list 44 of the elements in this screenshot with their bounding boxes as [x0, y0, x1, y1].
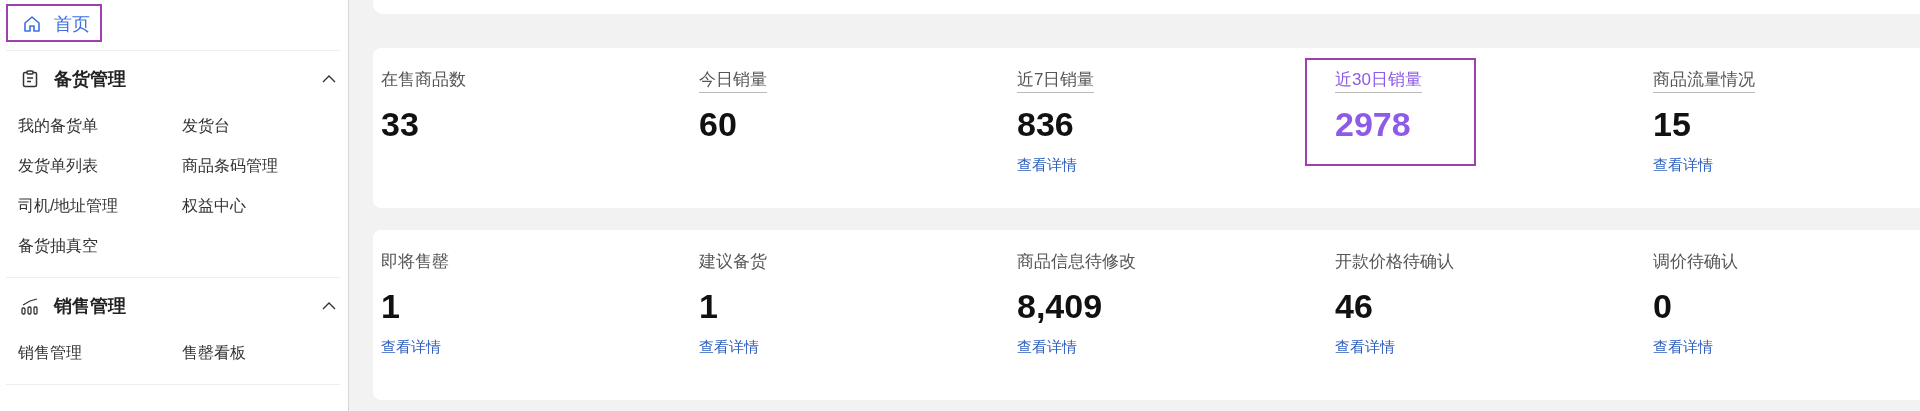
view-details-link[interactable]: 查看详情 — [699, 338, 759, 357]
view-details-link[interactable]: 查看详情 — [1653, 156, 1713, 175]
menu-group-title[interactable]: 销售管理 — [54, 294, 322, 318]
stat-label: 建议备货 — [699, 251, 767, 273]
bar-chart-icon — [20, 296, 40, 316]
stat-value: 836 — [1017, 105, 1074, 144]
stat-label: 开款价格待确认 — [1335, 251, 1454, 273]
stat-value: 2978 — [1335, 105, 1411, 144]
menu-item[interactable]: 权益中心 — [182, 195, 346, 217]
stat-value: 33 — [381, 105, 419, 144]
stat-value: 1 — [381, 287, 400, 326]
stat-value: 46 — [1335, 287, 1373, 326]
stat-value: 15 — [1653, 105, 1691, 144]
chevron-icon[interactable] — [322, 74, 336, 84]
stat-label: 商品流量情况 — [1653, 68, 1755, 93]
clipboard-icon — [20, 69, 40, 89]
view-details-link[interactable]: 查看详情 — [1017, 156, 1077, 175]
menu-item[interactable]: 司机/地址管理 — [18, 195, 182, 217]
stat-label: 近30日销量 — [1335, 68, 1422, 93]
menu-item[interactable]: 销售管理 — [18, 342, 182, 364]
view-details-link[interactable]: 查看详情 — [381, 338, 441, 357]
stat-label: 在售商品数 — [381, 69, 466, 91]
menu-item[interactable]: 商品条码管理 — [182, 155, 346, 177]
home-nav-item[interactable]: 首页 — [6, 4, 102, 42]
stat-label: 商品信息待修改 — [1017, 251, 1136, 273]
stat-value: 0 — [1653, 287, 1672, 326]
stat-label: 近7日销量 — [1017, 68, 1095, 93]
stat-value: 60 — [699, 105, 737, 144]
view-details-link[interactable]: 查看详情 — [1017, 338, 1077, 357]
stat-value: 8,409 — [1017, 287, 1103, 326]
stat-label: 今日销量 — [699, 68, 767, 93]
stat-label: 调价待确认 — [1653, 251, 1738, 273]
menu-group-title[interactable]: 备货管理 — [54, 67, 322, 91]
stat-label: 即将售罄 — [381, 251, 449, 273]
chevron-icon[interactable] — [322, 301, 336, 311]
stat-value: 1 — [699, 287, 718, 326]
menu-item[interactable]: 售罄看板 — [182, 342, 346, 364]
view-details-link[interactable]: 查看详情 — [1335, 338, 1395, 357]
view-details-link[interactable]: 查看详情 — [1653, 338, 1713, 357]
home-icon — [22, 14, 42, 34]
menu-item[interactable]: 备货抽真空 — [18, 235, 182, 257]
menu-item[interactable]: 我的备货单 — [18, 115, 182, 137]
menu-item[interactable]: 发货台 — [182, 115, 346, 137]
menu-item[interactable]: 发货单列表 — [18, 155, 182, 177]
